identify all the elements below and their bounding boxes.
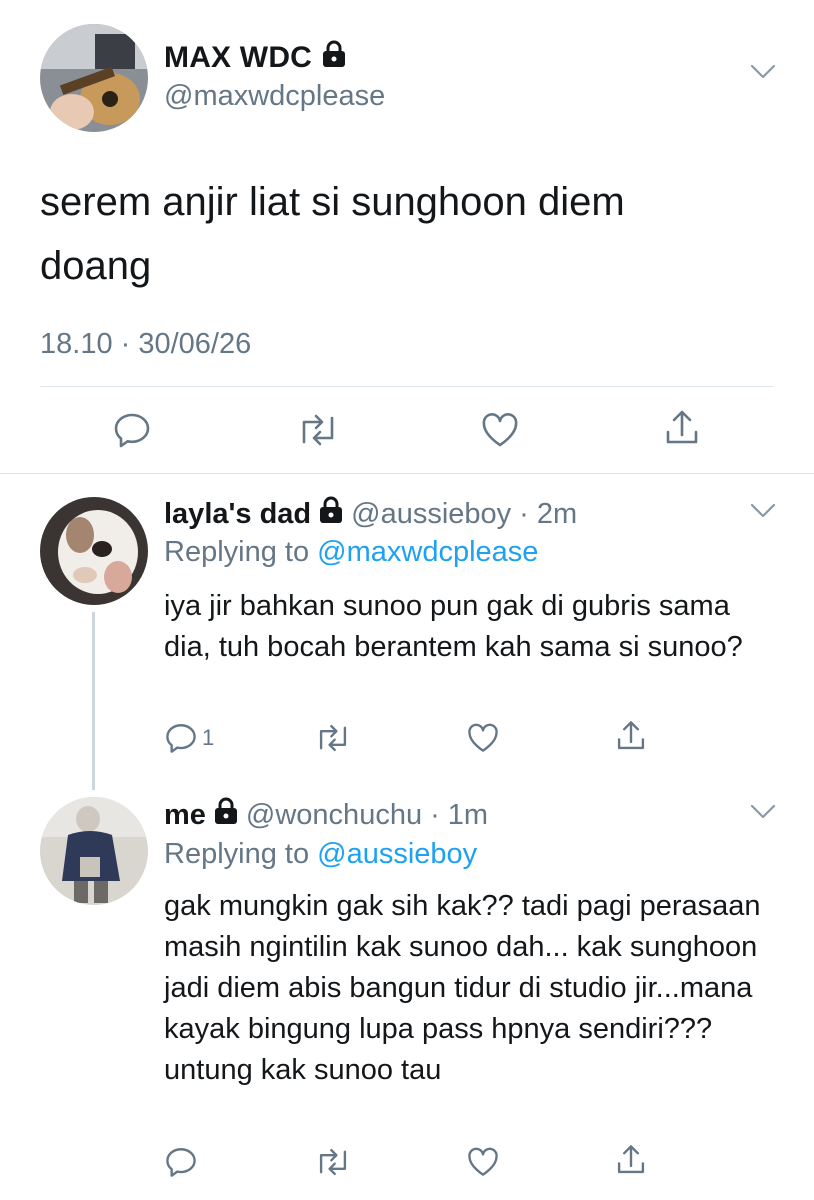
- share-icon[interactable]: [614, 718, 648, 754]
- share-icon[interactable]: [660, 406, 704, 450]
- lock-icon: [319, 496, 343, 532]
- chevron-down-icon[interactable]: [750, 64, 776, 85]
- like-icon[interactable]: [466, 720, 500, 756]
- like-icon[interactable]: [466, 1144, 500, 1180]
- main-tweet-text: serem anjir liat si sunghoon diem doang: [40, 180, 625, 288]
- reply-text: gak mungkin gak sih kak?? tadi pagi pera…: [164, 890, 761, 1086]
- reply-display-name[interactable]: layla's dad: [164, 498, 311, 531]
- replying-prefix: Replying to: [164, 536, 318, 568]
- replying-to: Replying to @aussieboy: [164, 838, 477, 871]
- share-icon[interactable]: [614, 1142, 648, 1178]
- reply-time: · 1m: [430, 798, 489, 831]
- reply-display-name[interactable]: me: [164, 799, 206, 832]
- thread-connector-line: [92, 612, 95, 790]
- chevron-down-icon[interactable]: [750, 503, 776, 524]
- divider: [40, 386, 774, 387]
- reply-handle[interactable]: @aussieboy: [351, 498, 511, 531]
- main-handle[interactable]: @maxwdcplease: [164, 80, 385, 113]
- avatar-maxwdcplease[interactable]: [40, 24, 148, 132]
- reply-button[interactable]: 1: [164, 720, 214, 756]
- reply-text: iya jir bahkan sunoo pun gak di gubris s…: [164, 590, 743, 663]
- reply-icon: [164, 721, 198, 755]
- reply-count: 1: [202, 725, 215, 750]
- reply-handle[interactable]: @wonchuchu: [246, 799, 422, 832]
- reply-time: · 2m: [519, 497, 578, 530]
- lock-icon: [322, 40, 346, 76]
- lock-icon: [214, 797, 238, 833]
- avatar-wonchuchu[interactable]: [40, 797, 148, 905]
- reply-icon[interactable]: [110, 408, 154, 452]
- retweet-icon[interactable]: [294, 408, 342, 452]
- reply-icon[interactable]: [164, 1144, 198, 1180]
- main-display-name[interactable]: MAX WDC: [164, 41, 312, 75]
- replying-prefix: Replying to: [164, 838, 318, 870]
- like-icon[interactable]: [478, 408, 522, 452]
- replying-to: Replying to @maxwdcplease: [164, 536, 538, 569]
- replying-to-link[interactable]: @aussieboy: [317, 838, 477, 870]
- chevron-down-icon[interactable]: [750, 804, 776, 825]
- replying-to-link[interactable]: @maxwdcplease: [317, 536, 538, 568]
- retweet-icon[interactable]: [314, 1144, 352, 1180]
- main-display-name-row[interactable]: MAX WDC: [164, 40, 346, 76]
- retweet-icon[interactable]: [314, 720, 352, 756]
- main-timestamp[interactable]: 18.10 · 30/06/26: [40, 328, 251, 361]
- avatar-aussieboy[interactable]: [40, 497, 148, 605]
- divider: [0, 473, 814, 474]
- reply-header: me @wonchuchu · 1m: [164, 797, 488, 833]
- reply-header: layla's dad @aussieboy · 2m: [164, 496, 577, 532]
